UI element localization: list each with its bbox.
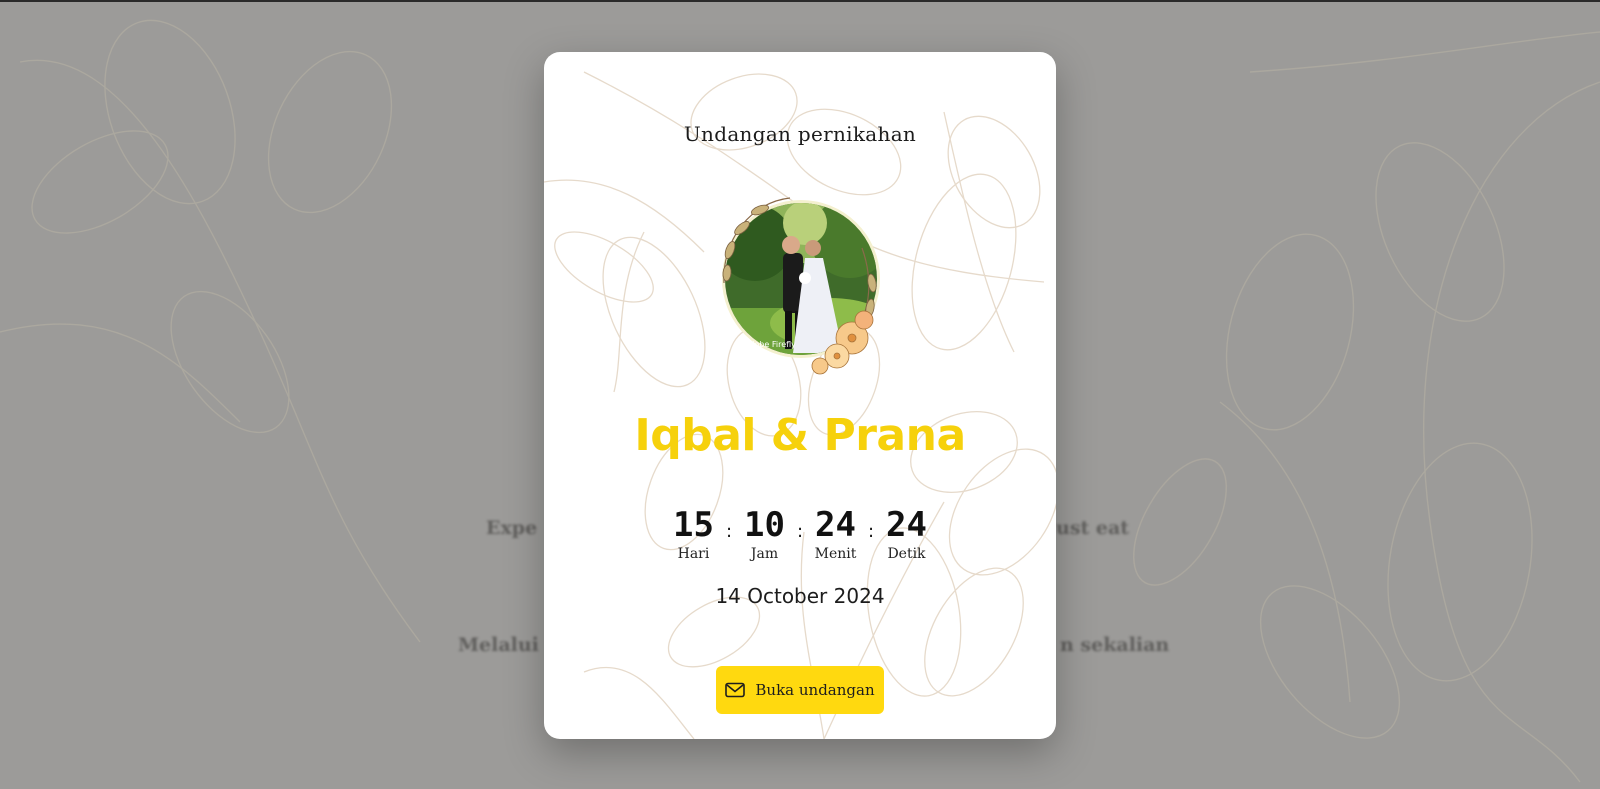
countdown-separator: : — [867, 521, 875, 542]
countdown-separator: : — [725, 521, 733, 542]
floral-wreath-icon — [722, 197, 877, 375]
invitation-cover-modal: Undangan pernikahan Adobe Firefly Iqbal … — [544, 52, 1056, 739]
countdown-hours-value: 10 — [744, 505, 785, 545]
countdown-hours-label: Jam — [750, 546, 779, 562]
countdown-minutes: 24 Menit — [806, 505, 866, 562]
countdown-minutes-label: Menit — [814, 546, 857, 562]
open-invitation-button-label: Buka undangan — [755, 681, 875, 699]
couple-photo-frame: Adobe Firefly — [712, 188, 892, 384]
countdown-hours: 10 Jam — [735, 505, 795, 562]
countdown-days: 15 Hari — [664, 505, 724, 562]
countdown-separator: : — [796, 521, 804, 542]
mail-icon — [725, 682, 746, 698]
countdown-seconds-value: 24 — [886, 505, 927, 545]
countdown-minutes-value: 24 — [815, 505, 856, 545]
invitation-title: Undangan pernikahan — [683, 122, 917, 146]
background-text-1-left: Expe — [486, 517, 538, 539]
countdown-timer: 15 Hari : 10 Jam : 24 Menit : 24 Detik — [544, 505, 1056, 562]
open-invitation-button[interactable]: Buka undangan — [716, 666, 884, 714]
countdown-seconds-label: Detik — [887, 546, 926, 562]
couple-names: Iqbal & Prana — [634, 410, 966, 461]
countdown-days-value: 15 — [673, 505, 714, 545]
countdown-seconds: 24 Detik — [877, 505, 937, 562]
background-text-2-right: n sekalian — [1060, 634, 1170, 656]
background-text-1-right: ust eat — [1056, 517, 1130, 539]
photo-watermark: Adobe Firefly — [744, 340, 796, 349]
event-date: 14 October 2024 — [715, 584, 885, 608]
countdown-days-label: Hari — [677, 546, 710, 562]
